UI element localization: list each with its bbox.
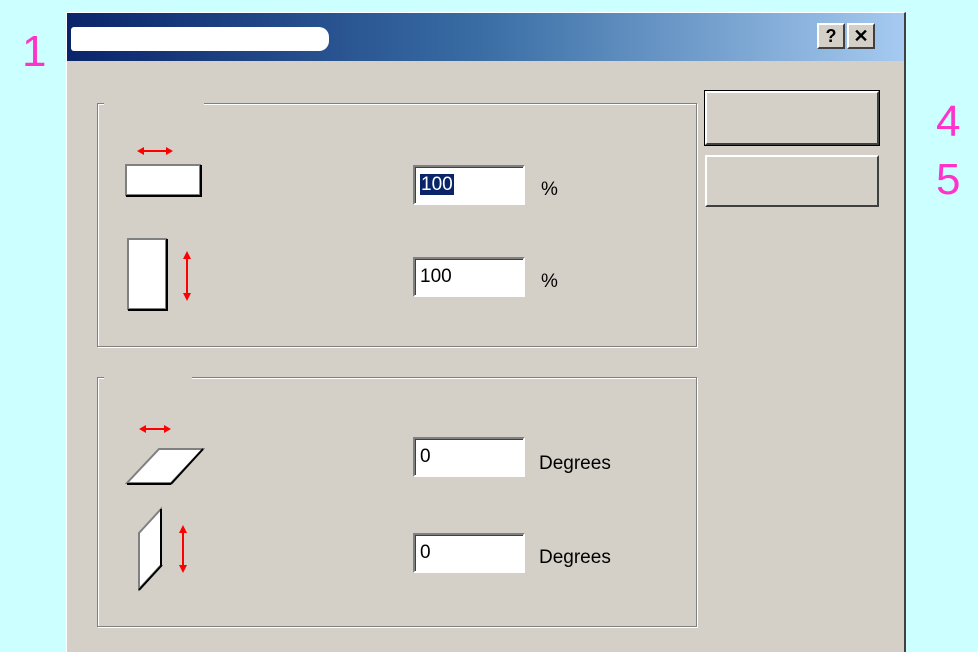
vertical-skew-unit: Degrees <box>539 547 611 568</box>
callout-4: 4 <box>936 97 961 146</box>
help-button[interactable]: ? <box>817 23 845 49</box>
title-bar[interactable]: ? ✕ <box>67 13 904 61</box>
vertical-stretch-unit: % <box>541 271 558 292</box>
horizontal-skew-unit: Degrees <box>539 453 611 474</box>
ok-button[interactable] <box>704 90 880 146</box>
horizontal-stretch-input[interactable]: 100 <box>413 165 525 205</box>
vertical-stretch-icon <box>125 235 205 320</box>
callout-5: 5 <box>936 155 961 204</box>
horizontal-stretch-icon <box>123 143 205 204</box>
vertical-skew-icon <box>133 503 203 598</box>
cancel-button[interactable] <box>705 155 879 207</box>
vertical-stretch-input[interactable]: 100 <box>413 257 525 297</box>
horizontal-stretch-unit: % <box>541 179 558 200</box>
vertical-skew-input[interactable]: 0 <box>413 533 525 573</box>
horizontal-skew-input[interactable]: 0 <box>413 437 525 477</box>
horizontal-skew-icon <box>123 419 207 492</box>
callout-1: 1 <box>22 27 47 76</box>
redacted-title <box>71 27 329 51</box>
stretch-and-skew-dialog: ? ✕ 100 % 100 % 0 Degrees 0 Degrees <box>66 12 906 652</box>
group-caption-gap <box>104 101 204 107</box>
close-button[interactable]: ✕ <box>847 23 875 49</box>
group-caption-gap <box>104 375 192 381</box>
